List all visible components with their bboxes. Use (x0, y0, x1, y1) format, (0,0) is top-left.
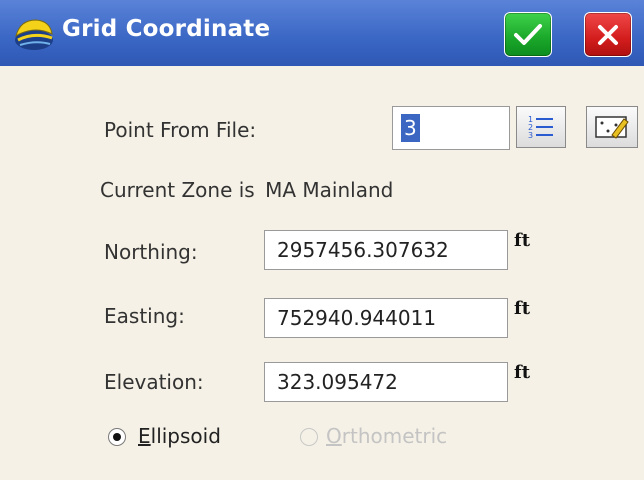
window-title: Grid Coordinate (62, 16, 271, 42)
easting-unit: ft (514, 298, 531, 319)
easting-label: Easting: (104, 304, 185, 328)
northing-label: Northing: (104, 240, 198, 264)
close-icon (598, 24, 618, 45)
ellipsoid-label[interactable]: Ellipsoid (138, 424, 221, 448)
ok-button[interactable] (504, 12, 552, 57)
map-pick-button[interactable] (586, 106, 638, 148)
current-zone-prefix: Current Zone is (100, 178, 255, 202)
elevation-label: Elevation: (104, 370, 204, 394)
orthometric-label-rest: rthometric (341, 424, 448, 448)
point-list-button[interactable]: 1 2 3 (516, 106, 566, 148)
elevation-input[interactable]: 323.095472 (264, 362, 508, 402)
orthometric-radio (300, 428, 318, 446)
ellipsoid-label-rest: llipsoid (150, 424, 221, 448)
current-zone-name: MA Mainland (265, 178, 394, 202)
point-from-file-label: Point From File: (104, 118, 257, 142)
map-pick-icon (595, 116, 629, 139)
northing-unit: ft (514, 230, 531, 251)
orthometric-mnemonic: O (326, 424, 342, 448)
title-bar: Grid Coordinate (0, 0, 644, 66)
current-zone-text: Current Zone is MA Mainland (100, 178, 393, 202)
app-logo-icon (15, 19, 53, 50)
elevation-unit: ft (514, 362, 531, 383)
point-from-file-value: 3 (401, 114, 420, 142)
checkmark-icon (514, 23, 542, 45)
easting-input[interactable]: 752940.944011 (264, 298, 508, 338)
numbered-list-icon: 1 2 3 (528, 115, 553, 140)
northing-input[interactable]: 2957456.307632 (264, 230, 508, 270)
point-from-file-input[interactable]: 3 (392, 106, 510, 150)
ellipsoid-radio[interactable] (108, 428, 126, 446)
orthometric-label: Orthometric (326, 424, 447, 448)
svg-text:3: 3 (528, 131, 533, 140)
ellipsoid-mnemonic: E (138, 424, 151, 448)
radio-selected-dot (113, 433, 121, 441)
cancel-button[interactable] (584, 12, 632, 57)
